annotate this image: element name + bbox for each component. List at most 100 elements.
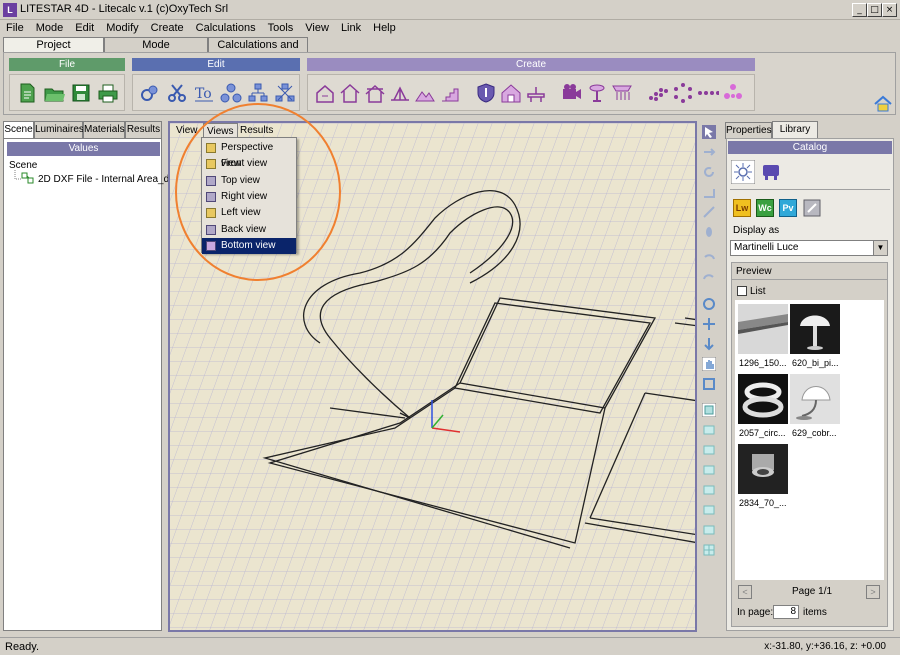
- menu-edit[interactable]: Edit: [69, 20, 100, 37]
- luminaires-catalog-icon[interactable]: [731, 160, 755, 184]
- front-cube-icon[interactable]: [702, 423, 716, 437]
- tab-mode[interactable]: Mode: [104, 37, 208, 53]
- move-arrow-icon[interactable]: [702, 145, 716, 159]
- maximize-button[interactable]: □: [867, 3, 882, 17]
- stairs-icon[interactable]: [439, 82, 461, 104]
- group-file-label: File: [9, 58, 125, 71]
- minimize-button[interactable]: _: [852, 3, 867, 17]
- save-icon[interactable]: [70, 82, 92, 104]
- left-cube-icon[interactable]: [702, 483, 716, 497]
- circle-points-icon[interactable]: [672, 82, 694, 104]
- thumbnail-1296[interactable]: [738, 304, 788, 354]
- bottom-cube-icon[interactable]: [702, 523, 716, 537]
- select-objects-icon[interactable]: [139, 82, 161, 104]
- tab-project[interactable]: Project: [3, 37, 104, 53]
- menu-mode[interactable]: Mode: [30, 20, 70, 37]
- tab-calculations-results[interactable]: Calculations and Results: [208, 37, 308, 66]
- thumbnail-2057[interactable]: [738, 374, 788, 424]
- undo-view-icon[interactable]: [702, 251, 716, 265]
- thumbnail-620[interactable]: [790, 304, 840, 354]
- preview-label: Preview: [736, 266, 772, 277]
- outdoor-area-icon[interactable]: [389, 82, 411, 104]
- cluster-points-icon[interactable]: [722, 82, 744, 104]
- back-cube-icon[interactable]: [702, 503, 716, 517]
- status-text: Ready.: [5, 641, 40, 653]
- thumbnail-caption: 629_cobr...: [792, 428, 837, 438]
- rotate-icon[interactable]: [702, 165, 716, 179]
- building-icon[interactable]: [364, 82, 386, 104]
- luminaire-icon[interactable]: [586, 82, 608, 104]
- zoom-extents-icon[interactable]: [702, 377, 716, 391]
- measure-icon[interactable]: [702, 205, 716, 219]
- hand-icon[interactable]: [702, 357, 716, 371]
- print-icon[interactable]: [97, 82, 119, 104]
- brand-wc-icon[interactable]: Wc: [756, 199, 774, 217]
- catalog-header[interactable]: Catalog: [728, 141, 892, 154]
- list-checkbox[interactable]: [737, 286, 747, 296]
- menu-link[interactable]: Link: [335, 20, 367, 37]
- terrain-icon[interactable]: [414, 82, 436, 104]
- scale-icon[interactable]: [702, 185, 716, 199]
- tree-item-dxf-file[interactable]: 2D DXF File - Internal Area_dxf: [38, 174, 177, 185]
- flip-icon[interactable]: [702, 225, 716, 239]
- redo-view-icon[interactable]: [702, 271, 716, 285]
- home-view-icon[interactable]: [874, 95, 892, 113]
- menu-create[interactable]: Create: [145, 20, 190, 37]
- chevron-down-icon[interactable]: ▼: [873, 241, 887, 255]
- menu-calculations[interactable]: Calculations: [190, 20, 262, 37]
- tree-connector-icon: [14, 170, 34, 184]
- menu-file[interactable]: File: [0, 20, 30, 37]
- open-folder-icon[interactable]: [43, 82, 65, 104]
- display-as-label: Display as: [733, 225, 780, 236]
- tab-results[interactable]: Results: [125, 121, 162, 138]
- thumbnail-2834[interactable]: [738, 444, 788, 494]
- highlight-circle: [175, 103, 341, 281]
- new-document-icon[interactable]: [16, 82, 38, 104]
- brand-pv-icon[interactable]: Pv: [779, 199, 797, 217]
- view-toolbar: [699, 121, 719, 632]
- zoom-down-icon[interactable]: [702, 337, 716, 351]
- ribbon: File Edit To Create: [3, 52, 896, 115]
- tab-library[interactable]: Library: [772, 121, 818, 139]
- menu-tools[interactable]: Tools: [262, 20, 300, 37]
- line-points-icon[interactable]: [697, 82, 719, 104]
- menu-bar: File Mode Edit Modify Create Calculations Tool…: [0, 20, 900, 37]
- tab-luminaires[interactable]: Luminaires: [34, 121, 84, 138]
- menu-modify[interactable]: Modify: [100, 20, 144, 37]
- brand-lw-icon[interactable]: Lw: [733, 199, 751, 217]
- in-page-input[interactable]: 8: [773, 605, 799, 619]
- custom-catalog-icon[interactable]: [803, 199, 821, 217]
- thumbnail-629[interactable]: [790, 374, 840, 424]
- close-button[interactable]: ×: [882, 3, 897, 17]
- split-view-icon[interactable]: [702, 543, 716, 557]
- thumbnail-caption: 2057_circ...: [739, 428, 786, 438]
- display-as-select[interactable]: Martinelli Luce ▼: [730, 240, 888, 256]
- next-page-button[interactable]: >: [866, 585, 880, 599]
- perspective-cube-icon[interactable]: [702, 403, 716, 417]
- tab-scene[interactable]: Scene: [3, 121, 34, 139]
- table-object-icon[interactable]: [525, 82, 547, 104]
- menu-view[interactable]: View: [299, 20, 335, 37]
- group-create-label: Create: [307, 58, 755, 71]
- house-solid-icon[interactable]: [500, 82, 522, 104]
- top-cube-icon[interactable]: [702, 443, 716, 457]
- status-bar: Ready. x:-31.80, y:+36.16, z: +0.00: [0, 637, 900, 655]
- pan-icon[interactable]: [702, 317, 716, 331]
- thumbnail-caption: 1296_150...: [739, 358, 787, 368]
- orbit-icon[interactable]: [702, 297, 716, 311]
- shield-icon[interactable]: [475, 82, 497, 104]
- tab-properties[interactable]: Properties: [725, 122, 772, 139]
- cursor-coordinates: x:-31.80, y:+36.16, z: +0.00: [764, 641, 886, 652]
- select-arrow-icon[interactable]: [702, 125, 716, 139]
- in-page-label: In page:: [737, 607, 774, 618]
- prev-page-button[interactable]: <: [738, 585, 752, 599]
- values-header[interactable]: Values: [7, 142, 160, 156]
- thumbnail-caption: 2834_70_...: [739, 498, 787, 508]
- tab-materials[interactable]: Materials: [83, 121, 125, 138]
- camera-icon[interactable]: [561, 82, 583, 104]
- light-array-icon[interactable]: [611, 82, 633, 104]
- menu-help[interactable]: Help: [367, 20, 402, 37]
- right-cube-icon[interactable]: [702, 463, 716, 477]
- grid-points-icon[interactable]: [647, 82, 669, 104]
- furniture-catalog-icon[interactable]: [759, 160, 783, 184]
